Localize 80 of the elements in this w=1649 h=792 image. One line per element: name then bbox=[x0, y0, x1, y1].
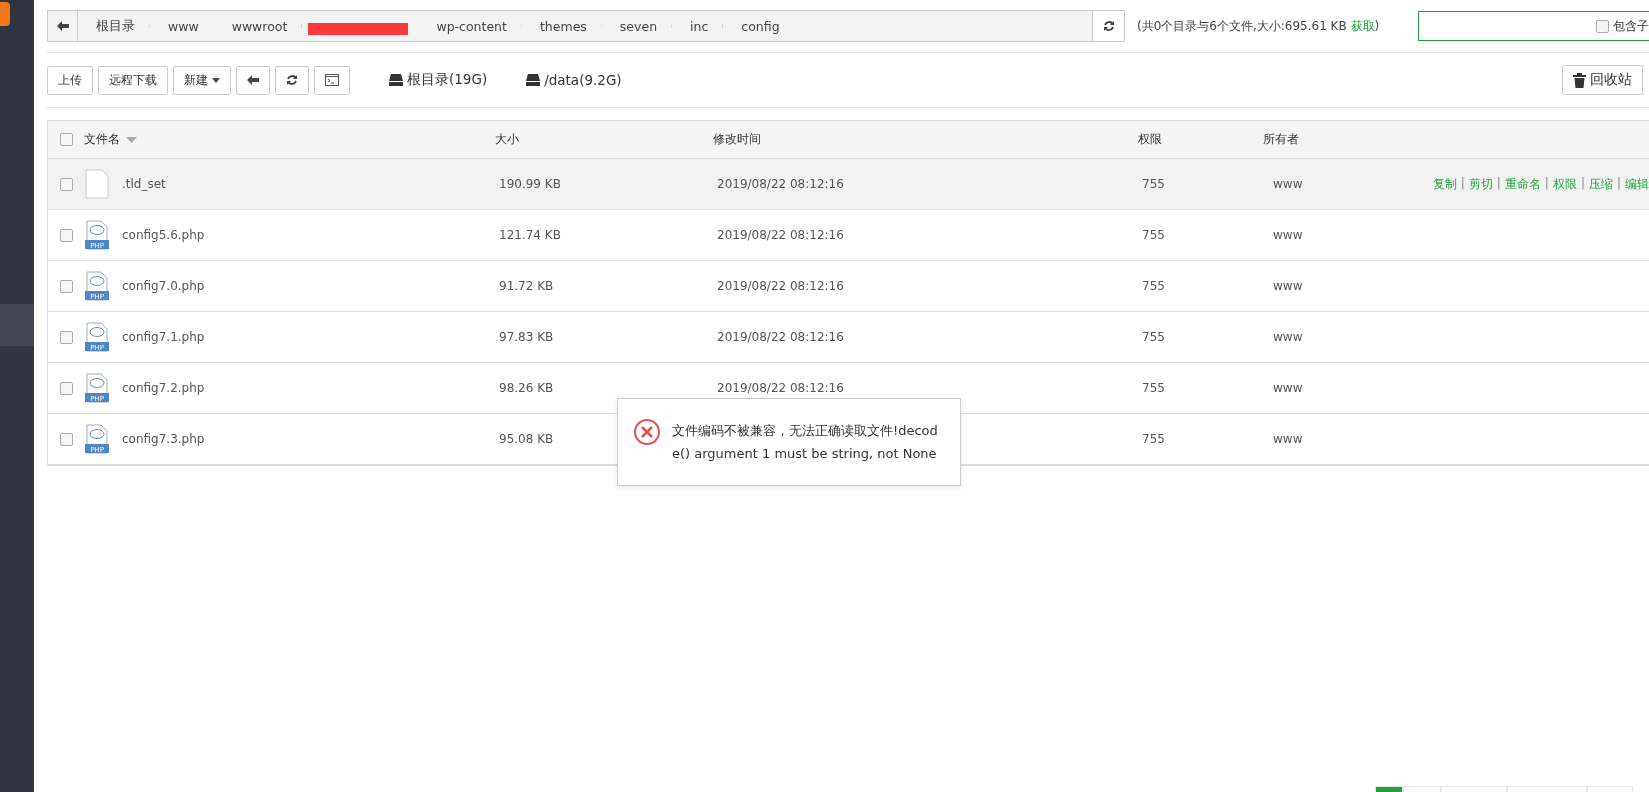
file-size: 91.72 KB bbox=[498, 279, 555, 293]
row-checkbox[interactable] bbox=[59, 279, 73, 293]
refresh-button[interactable] bbox=[275, 65, 309, 95]
file-name[interactable]: config5.6.php bbox=[122, 228, 205, 242]
column-header[interactable]: 修改时间 bbox=[713, 131, 761, 148]
owner-name: www bbox=[1272, 177, 1304, 191]
column-header[interactable]: 权限 bbox=[1138, 131, 1162, 148]
row-checkbox[interactable] bbox=[59, 228, 73, 242]
hard-drive-icon bbox=[526, 74, 541, 86]
file-name[interactable]: config7.3.php bbox=[122, 432, 205, 446]
error-icon bbox=[634, 419, 660, 445]
permission-value: 755 bbox=[1141, 330, 1166, 344]
toolbar-button[interactable]: 上传 bbox=[47, 65, 93, 95]
row-checkbox[interactable] bbox=[59, 381, 73, 395]
disk-link[interactable]: /data(9.2G) bbox=[526, 72, 622, 88]
disk-link[interactable]: 根目录(19G) bbox=[389, 71, 488, 89]
modified-time: 2019/08/22 08:12:16 bbox=[716, 228, 845, 242]
file-row[interactable]: .tld_set 190.99 KB 2019/08/22 08:12:16 755 www 复制 | 剪切 | 重命名 | 权限 | 压缩 | 编辑 bbox=[48, 159, 1649, 210]
column-header[interactable]: 大小 bbox=[495, 131, 519, 148]
page-button[interactable] bbox=[1403, 786, 1441, 792]
owner-name: www bbox=[1272, 381, 1304, 395]
file-size: 95.08 KB bbox=[498, 432, 555, 446]
modified-time: 2019/08/22 08:12:16 bbox=[716, 381, 845, 395]
column-header[interactable]: 文件名 bbox=[84, 131, 120, 148]
separator: | bbox=[1460, 175, 1465, 192]
page-button[interactable] bbox=[1587, 786, 1633, 792]
row-checkbox[interactable] bbox=[59, 432, 73, 446]
owner-name: www bbox=[1272, 330, 1304, 344]
trash-icon bbox=[1573, 72, 1586, 88]
separator: | bbox=[1616, 175, 1621, 192]
recycle-bin-button[interactable]: 回收站 bbox=[1562, 65, 1643, 95]
page-button[interactable] bbox=[1507, 786, 1587, 792]
modified-time: 2019/08/22 08:12:16 bbox=[716, 330, 845, 344]
toolbar-button[interactable]: 远程下载 bbox=[98, 65, 168, 95]
file-size: 190.99 KB bbox=[498, 177, 562, 191]
refresh-icon bbox=[286, 74, 298, 86]
directory-summary: (共0个目录与6个文件,大小:695.61 KB 获取) bbox=[1137, 17, 1380, 35]
file-size: 98.26 KB bbox=[498, 381, 555, 395]
permission-value: 755 bbox=[1141, 432, 1166, 446]
logo-badge bbox=[0, 2, 10, 26]
page-button[interactable] bbox=[1375, 786, 1403, 792]
file-name[interactable]: config7.2.php bbox=[122, 381, 205, 395]
row-checkbox[interactable] bbox=[59, 330, 73, 344]
modified-time: 2019/08/22 08:12:16 bbox=[716, 279, 845, 293]
hard-drive-icon bbox=[389, 74, 403, 86]
back-button[interactable] bbox=[236, 65, 270, 95]
file-name[interactable]: config7.1.php bbox=[122, 330, 205, 344]
subfolder-checkbox[interactable] bbox=[1596, 19, 1609, 33]
refresh-icon bbox=[1102, 20, 1115, 32]
file-icon bbox=[84, 169, 110, 199]
sort-caret-icon bbox=[126, 136, 137, 143]
search-field[interactable]: 包含子 bbox=[1418, 11, 1649, 41]
permission-value: 755 bbox=[1141, 228, 1166, 242]
separator: | bbox=[1496, 175, 1501, 192]
terminal-icon bbox=[325, 74, 339, 86]
separator: | bbox=[1544, 175, 1549, 192]
toolbar-button[interactable]: 新建 bbox=[173, 65, 231, 95]
caret-icon bbox=[212, 77, 220, 83]
modified-time: 2019/08/22 08:12:16 bbox=[716, 177, 845, 191]
owner-name: www bbox=[1272, 228, 1304, 242]
path-refresh-button[interactable] bbox=[1092, 11, 1124, 41]
file-name[interactable]: config7.0.php bbox=[122, 279, 205, 293]
permission-value: 755 bbox=[1141, 177, 1166, 191]
owner-name: www bbox=[1272, 279, 1304, 293]
file-name[interactable]: .tld_set bbox=[122, 177, 166, 191]
permission-value: 755 bbox=[1141, 279, 1166, 293]
permission-value: 755 bbox=[1141, 381, 1166, 395]
checkbox-label: 包含子 bbox=[1613, 17, 1649, 35]
error-message: 文件编码不被兼容，无法正确读取文件!decode() argument 1 must be string, not None bbox=[672, 422, 939, 463]
file-size: 97.83 KB bbox=[498, 330, 555, 344]
owner-name: www bbox=[1272, 432, 1304, 446]
terminal-button[interactable] bbox=[314, 65, 350, 95]
column-header[interactable]: 所有者 bbox=[1263, 131, 1299, 148]
row-checkbox[interactable] bbox=[59, 177, 73, 191]
page-button[interactable] bbox=[1441, 786, 1507, 792]
separator: | bbox=[1580, 175, 1585, 192]
select-all-checkbox[interactable] bbox=[59, 133, 73, 146]
file-size: 121.74 KB bbox=[498, 228, 562, 242]
back-arrow-icon bbox=[56, 21, 69, 31]
back-arrow-icon bbox=[247, 75, 259, 85]
